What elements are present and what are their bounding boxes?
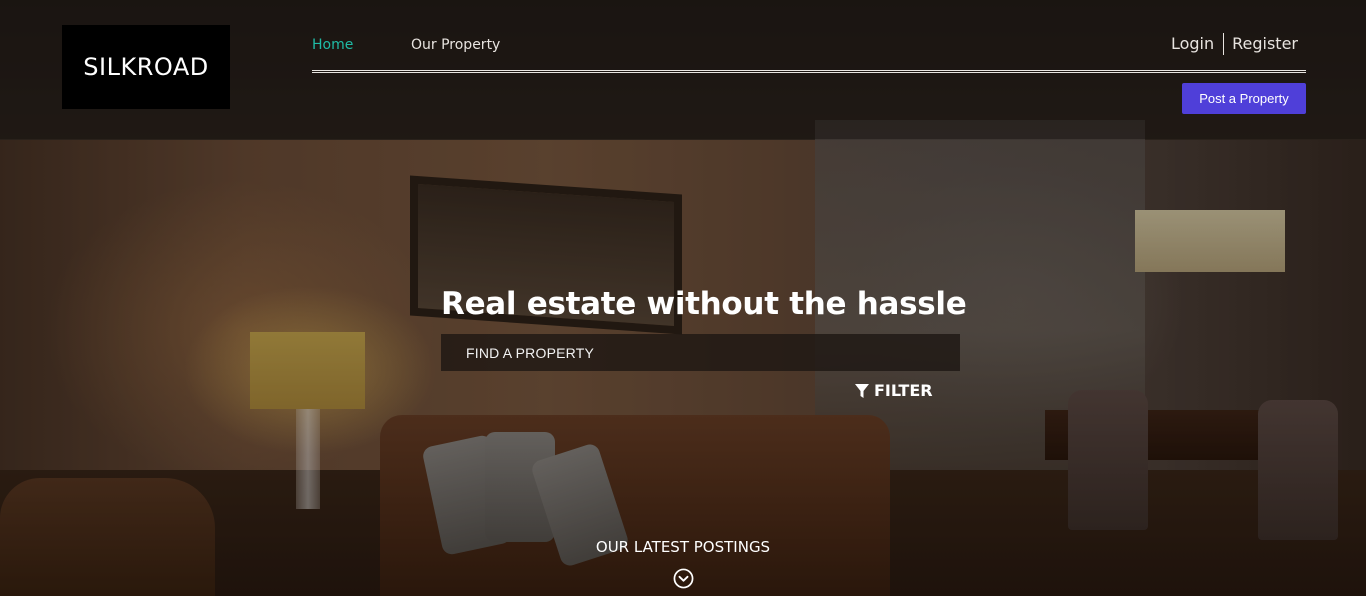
login-link[interactable]: Login — [1171, 33, 1214, 55]
post-property-button[interactable]: Post a Property — [1182, 83, 1306, 114]
find-property-search-input[interactable] — [441, 334, 960, 371]
register-link[interactable]: Register — [1232, 33, 1298, 55]
nav-our-property-link[interactable]: Our Property — [411, 36, 500, 54]
latest-postings-label: OUR LATEST POSTINGS — [595, 538, 771, 556]
hero-headline: Real estate without the hassle — [441, 286, 967, 322]
auth-links: Login Register — [1171, 33, 1298, 55]
nav-home-link[interactable]: Home — [312, 36, 353, 54]
filter-label: FILTER — [874, 381, 933, 400]
site-logo[interactable]: SILKROAD — [62, 25, 230, 109]
filter-icon — [855, 383, 869, 398]
nav-divider — [312, 70, 1306, 73]
filter-button[interactable]: FILTER — [854, 381, 933, 400]
chevron-down-circle-icon[interactable] — [673, 568, 694, 589]
auth-separator — [1223, 33, 1225, 55]
